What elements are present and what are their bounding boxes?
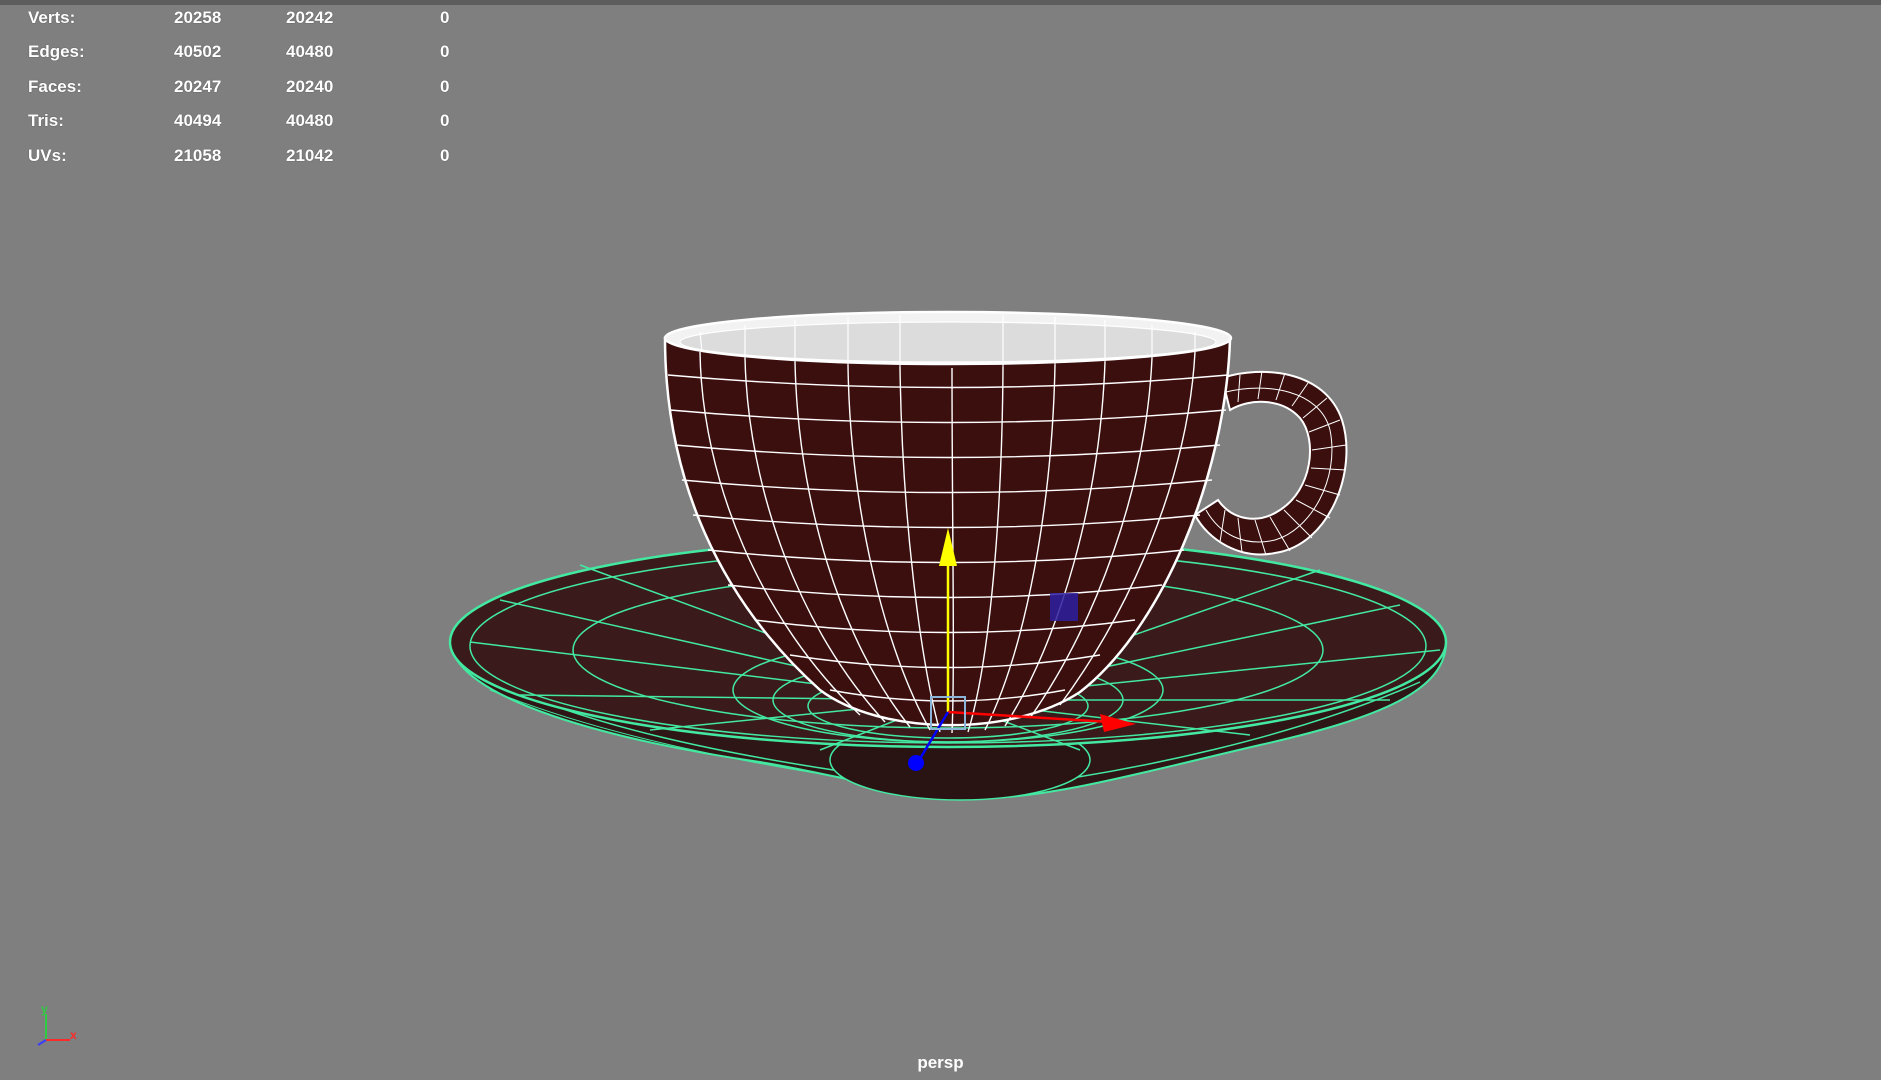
axis-z-line [37,1039,47,1046]
axis-y-label: y [41,1002,48,1016]
move-z-handle[interactable] [908,755,924,771]
view-axis-indicator: y x [37,1002,77,1046]
axis-x-label: x [70,1028,77,1042]
viewport-canvas[interactable]: y x [0,0,1881,1080]
move-plane-handle[interactable] [1050,593,1078,621]
camera-name-label: persp [917,1053,964,1072]
